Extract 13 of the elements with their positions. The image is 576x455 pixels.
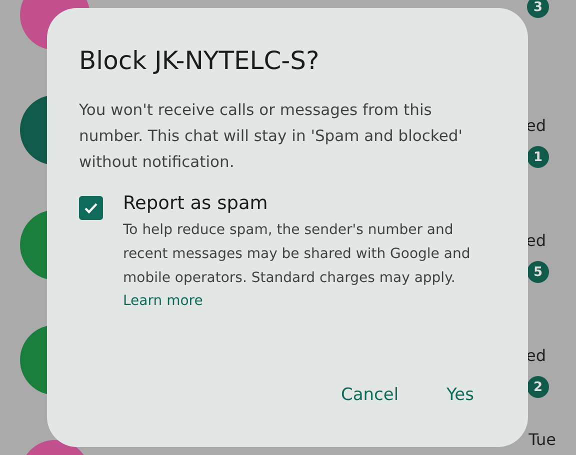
unread-badge: 2 (527, 376, 549, 398)
dialog-title: Block JK-NYTELC-S? (79, 46, 320, 75)
dialog-message: You won't receive calls or messages from this number. This chat will stay in 'Spam and blocked' without notification. (79, 100, 464, 173)
unread-badge: 5 (527, 261, 549, 283)
report-spam-checkbox[interactable] (79, 196, 103, 220)
option-description: To help reduce spam, the sender's number and recent messages may be shared with Google and mobile operators. Standard charges may apply. (123, 221, 472, 288)
unread-badge: 3 (527, 0, 549, 18)
unread-badge: 1 (527, 146, 549, 168)
dialog-button[interactable]: Cancel (328, 377, 411, 413)
timestamp-text: Tue (528, 430, 556, 449)
learn-more-link[interactable]: Learn more (123, 290, 203, 312)
dialog-button[interactable]: Yes (434, 377, 486, 413)
checkbox-label: Report as spam (123, 193, 268, 214)
